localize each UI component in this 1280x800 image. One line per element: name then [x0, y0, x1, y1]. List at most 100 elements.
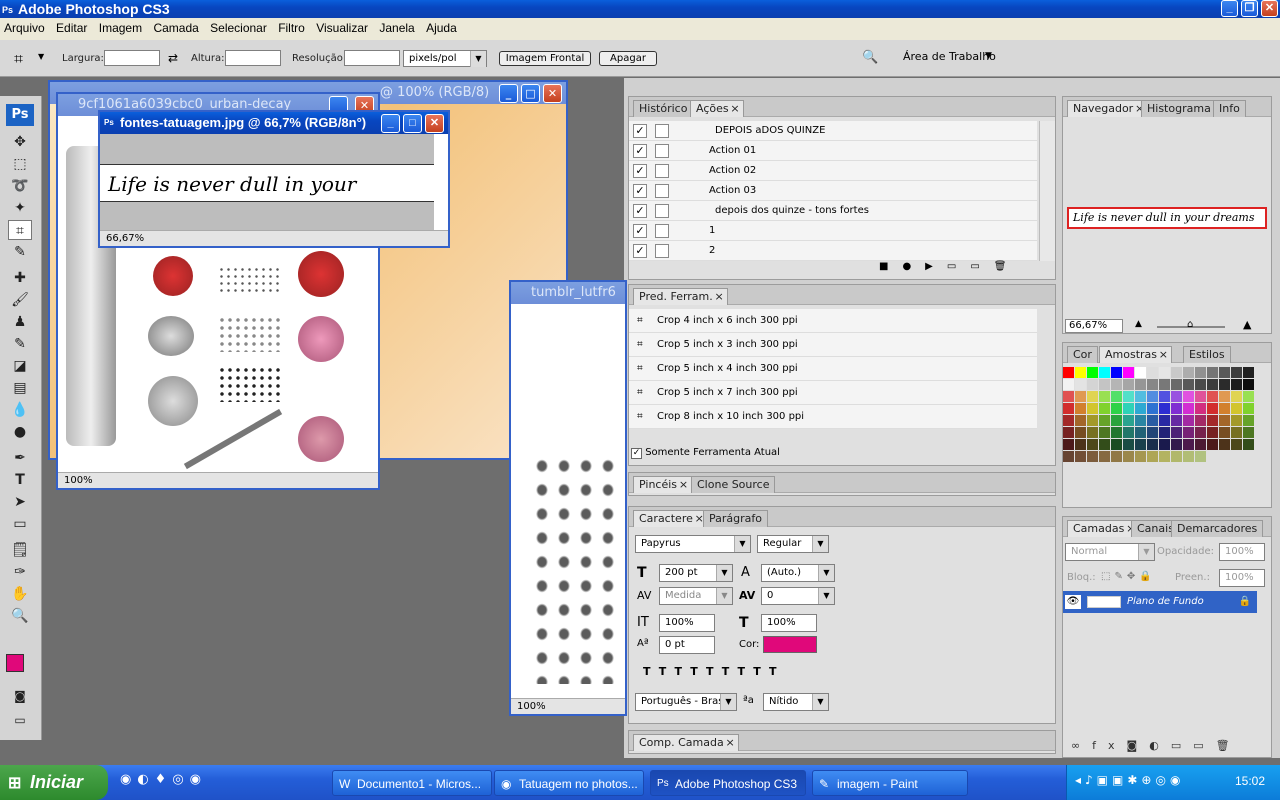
checkbox-icon[interactable]: ✓ — [633, 164, 647, 178]
color-swatch[interactable] — [1075, 415, 1086, 426]
action-row[interactable]: ✓ Action 01 — [629, 141, 1037, 161]
menu-editar[interactable]: Editar — [52, 18, 91, 38]
layer-row[interactable]: 👁 Plano de Fundo 🔒 — [1063, 591, 1257, 613]
close-button[interactable]: ✕ — [425, 114, 444, 133]
swatch-grid[interactable] — [1063, 367, 1259, 467]
color-swatch[interactable] — [1243, 403, 1254, 414]
color-swatch[interactable] — [1231, 439, 1242, 450]
color-swatch[interactable] — [1219, 415, 1230, 426]
pen-tool-icon[interactable]: ✒ — [8, 448, 32, 468]
blur-tool-icon[interactable]: 💧 — [8, 400, 32, 420]
color-swatch[interactable] — [1243, 439, 1254, 450]
close-icon[interactable]: × — [679, 477, 688, 493]
color-swatch[interactable] — [1099, 391, 1110, 402]
color-swatch[interactable] — [1075, 367, 1086, 378]
menu-arquivo[interactable]: Arquivo — [0, 18, 49, 38]
units-select[interactable]: pixels/pol ▼ — [403, 50, 487, 67]
preset-item[interactable]: ⌗ Crop 5 inch x 3 inch 300 ppi — [629, 333, 1037, 357]
preset-item[interactable]: ⌗ Crop 5 inch x 7 inch 300 ppi — [629, 381, 1037, 405]
checkbox-icon[interactable]: ✓ — [631, 448, 642, 459]
dialog-toggle[interactable] — [655, 204, 669, 218]
blend-mode-select[interactable]: Normal ▼ — [1065, 543, 1155, 561]
document-title-bar[interactable]: Ps fontes-tatuagem.jpg @ 66,7% (RGB/8n°)… — [100, 112, 448, 134]
bridge-icon[interactable]: 🔍 — [862, 50, 878, 65]
color-swatch[interactable] — [1231, 403, 1242, 414]
eyedropper-tool-icon[interactable]: ✑ — [8, 562, 32, 582]
document-window-tumblr[interactable]: tumblr_lutfr6 100% — [509, 280, 627, 716]
color-swatch[interactable] — [1123, 403, 1134, 414]
fill-input[interactable]: 100% — [1219, 569, 1265, 587]
document-canvas-image[interactable] — [511, 304, 625, 698]
tab-layers[interactable]: Camadas× — [1067, 520, 1140, 537]
tracking-select[interactable]: 0 ▼ — [761, 587, 835, 605]
color-swatch[interactable] — [1087, 439, 1098, 450]
color-swatch[interactable] — [1099, 451, 1110, 462]
menu-filtro[interactable]: Filtro — [274, 18, 309, 38]
text-style-buttons[interactable]: TTTTTTTTT — [643, 665, 785, 678]
brush-tool-icon[interactable]: 🖌 — [8, 290, 32, 310]
checkbox-icon[interactable]: ✓ — [633, 224, 647, 238]
color-swatch[interactable] — [1135, 439, 1146, 450]
tab-histogram[interactable]: Histograma — [1141, 100, 1217, 117]
healing-brush-icon[interactable]: ✚ — [8, 268, 32, 288]
font-size-select[interactable]: 200 pt ▼ — [659, 564, 733, 582]
zoom-level[interactable]: 66,67% — [106, 233, 144, 244]
tab-swatches[interactable]: Amostras × — [1099, 346, 1173, 363]
color-swatch[interactable] — [1159, 415, 1170, 426]
dialog-toggle[interactable] — [655, 144, 669, 158]
color-swatch[interactable] — [1183, 451, 1194, 462]
color-swatch[interactable] — [1207, 379, 1218, 390]
preset-item[interactable]: ⌗ Crop 5 inch x 4 inch 300 ppi — [629, 357, 1037, 381]
color-swatch[interactable] — [1159, 367, 1170, 378]
layer-action-icons[interactable]: ∞fx◙◐▭▭🗑 — [1071, 739, 1242, 752]
dialog-toggle[interactable] — [655, 164, 669, 178]
color-swatch[interactable] — [1123, 451, 1134, 462]
color-swatch[interactable] — [1183, 439, 1194, 450]
tray-icons[interactable]: ◂♪▣▣✱⊕◎◉ — [1075, 773, 1184, 787]
color-swatch[interactable] — [1159, 403, 1170, 414]
canvas-text-line[interactable]: Life is never dull in your dreams — [100, 164, 434, 234]
color-swatch[interactable] — [1183, 379, 1194, 390]
tool-preset-dropdown-icon[interactable]: ▼ — [38, 52, 44, 61]
color-swatch[interactable] — [1171, 391, 1182, 402]
quick-launch-icons[interactable]: ◉◐♦◎◉ — [120, 772, 207, 787]
color-swatch[interactable] — [1099, 403, 1110, 414]
color-swatch[interactable] — [1075, 403, 1086, 414]
color-swatch[interactable] — [1243, 379, 1254, 390]
opacity-input[interactable]: 100% — [1219, 543, 1265, 561]
dodge-tool-icon[interactable]: ● — [8, 422, 32, 442]
color-swatch[interactable] — [1183, 415, 1194, 426]
color-swatch[interactable] — [1135, 415, 1146, 426]
hand-tool-icon[interactable]: ✋ — [8, 584, 32, 604]
action-row[interactable]: ✓ Action 02 — [629, 161, 1037, 181]
menu-selecionar[interactable]: Selecionar — [206, 18, 271, 38]
color-swatch[interactable] — [1183, 403, 1194, 414]
zoom-in-icon[interactable]: ▲ — [1243, 318, 1251, 331]
color-swatch[interactable] — [1135, 379, 1146, 390]
minimize-button[interactable]: _ — [1221, 0, 1238, 17]
close-icon[interactable]: × — [1159, 347, 1168, 363]
color-swatch[interactable] — [1087, 451, 1098, 462]
eye-icon[interactable]: 👁 — [1065, 595, 1081, 609]
color-swatch[interactable] — [1243, 391, 1254, 402]
color-swatch[interactable] — [1087, 391, 1098, 402]
color-swatch[interactable] — [1063, 391, 1074, 402]
magic-wand-tool-icon[interactable]: ✦ — [8, 198, 32, 218]
color-swatch[interactable] — [1147, 367, 1158, 378]
vertical-scale-input[interactable]: 100% — [659, 614, 715, 632]
kerning-select[interactable]: Medida ▼ — [659, 587, 733, 605]
lasso-tool-icon[interactable]: ➰ — [8, 176, 32, 196]
type-tool-icon[interactable]: T — [8, 470, 32, 490]
preset-item[interactable]: ⌗ Crop 4 inch x 6 inch 300 ppi — [629, 309, 1037, 333]
color-swatch[interactable] — [1075, 391, 1086, 402]
tab-tool-presets[interactable]: Pred. Ferram. × — [633, 288, 728, 305]
color-swatch[interactable] — [1159, 379, 1170, 390]
color-swatch[interactable] — [1063, 427, 1074, 438]
color-swatch[interactable] — [1171, 427, 1182, 438]
crop-tool-icon[interactable]: ⌗ — [14, 49, 23, 69]
language-select[interactable]: Português - Brasil ▼ — [635, 693, 737, 711]
color-swatch[interactable] — [1171, 451, 1182, 462]
zoom-tool-icon[interactable]: 🔍 — [8, 606, 32, 626]
dialog-toggle[interactable] — [655, 184, 669, 198]
color-swatch[interactable] — [1183, 427, 1194, 438]
